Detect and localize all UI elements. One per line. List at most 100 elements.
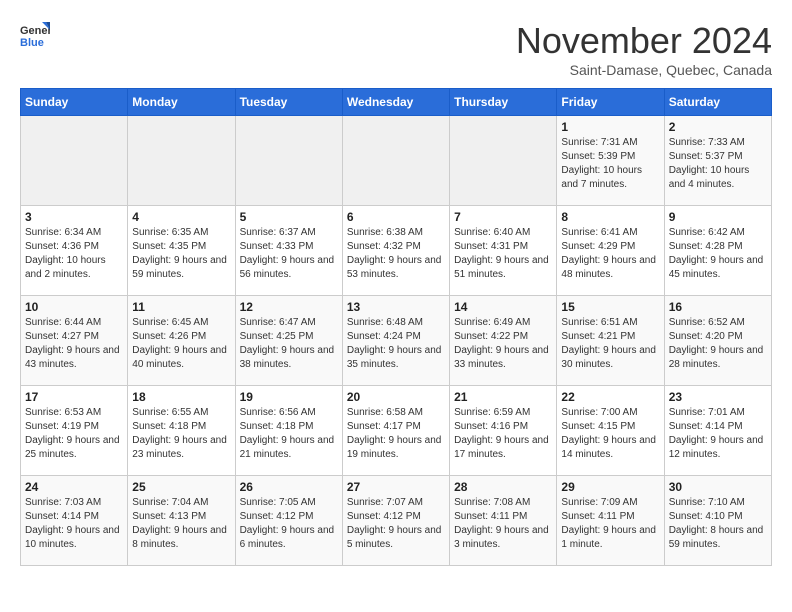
day-info: Sunrise: 7:31 AM Sunset: 5:39 PM Dayligh…: [561, 136, 659, 192]
day-number: 15: [561, 300, 659, 314]
day-info: Sunrise: 6:44 AM Sunset: 4:27 PM Dayligh…: [25, 316, 123, 372]
day-info: Sunrise: 7:01 AM Sunset: 4:14 PM Dayligh…: [669, 406, 767, 462]
day-info: Sunrise: 6:37 AM Sunset: 4:33 PM Dayligh…: [240, 226, 338, 282]
calendar-cell: 5 Sunrise: 6:37 AM Sunset: 4:33 PM Daylig…: [235, 206, 342, 296]
calendar-week-1: 1 Sunrise: 7:31 AM Sunset: 5:39 PM Daylig…: [21, 116, 772, 206]
day-number: 22: [561, 390, 659, 404]
calendar-table: SundayMondayTuesdayWednesdayThursdayFrid…: [20, 88, 772, 566]
day-number: 3: [25, 210, 123, 224]
calendar-cell: 21Sunrise: 6:59 AM Sunset: 4:16 PM Dayli…: [450, 386, 557, 476]
calendar-cell: 20Sunrise: 6:58 AM Sunset: 4:17 PM Dayli…: [342, 386, 449, 476]
day-info: Sunrise: 6:59 AM Sunset: 4:16 PM Dayligh…: [454, 406, 552, 462]
day-number: 29: [561, 480, 659, 494]
day-number: 5: [240, 210, 338, 224]
day-info: Sunrise: 6:53 AM Sunset: 4:19 PM Dayligh…: [25, 406, 123, 462]
day-number: 12: [240, 300, 338, 314]
weekday-header-monday: Monday: [128, 89, 235, 116]
weekday-header-thursday: Thursday: [450, 89, 557, 116]
location-subtitle: Saint-Damase, Quebec, Canada: [516, 62, 772, 78]
day-info: Sunrise: 6:47 AM Sunset: 4:25 PM Dayligh…: [240, 316, 338, 372]
calendar-body: 1 Sunrise: 7:31 AM Sunset: 5:39 PM Daylig…: [21, 116, 772, 566]
calendar-cell: 4 Sunrise: 6:35 AM Sunset: 4:35 PM Daylig…: [128, 206, 235, 296]
calendar-cell: 12 Sunrise: 6:47 AM Sunset: 4:25 PM Dayli…: [235, 296, 342, 386]
day-number: 1: [561, 120, 659, 134]
weekday-header-friday: Friday: [557, 89, 664, 116]
calendar-cell: 23 Sunrise: 7:01 AM Sunset: 4:14 PM Dayli…: [664, 386, 771, 476]
title-block: November 2024 Saint-Damase, Quebec, Cana…: [516, 20, 772, 78]
day-info: Sunrise: 7:07 AM Sunset: 4:12 PM Dayligh…: [347, 496, 445, 552]
calendar-cell: 3Sunrise: 6:34 AM Sunset: 4:36 PM Daylig…: [21, 206, 128, 296]
day-number: 27: [347, 480, 445, 494]
day-number: 13: [347, 300, 445, 314]
month-title: November 2024: [516, 20, 772, 62]
calendar-cell: 25Sunrise: 7:04 AM Sunset: 4:13 PM Dayli…: [128, 476, 235, 566]
weekday-header-sunday: Sunday: [21, 89, 128, 116]
svg-text:General: General: [20, 25, 50, 37]
day-info: Sunrise: 7:09 AM Sunset: 4:11 PM Dayligh…: [561, 496, 659, 552]
day-info: Sunrise: 6:45 AM Sunset: 4:26 PM Dayligh…: [132, 316, 230, 372]
day-number: 24: [25, 480, 123, 494]
day-info: Sunrise: 6:42 AM Sunset: 4:28 PM Dayligh…: [669, 226, 767, 282]
calendar-cell: 22 Sunrise: 7:00 AM Sunset: 4:15 PM Dayli…: [557, 386, 664, 476]
day-number: 7: [454, 210, 552, 224]
day-info: Sunrise: 7:04 AM Sunset: 4:13 PM Dayligh…: [132, 496, 230, 552]
calendar-cell: 14 Sunrise: 6:49 AM Sunset: 4:22 PM Dayli…: [450, 296, 557, 386]
calendar-cell: 17 Sunrise: 6:53 AM Sunset: 4:19 PM Dayli…: [21, 386, 128, 476]
day-number: 19: [240, 390, 338, 404]
logo: General Blue: [20, 20, 50, 50]
weekday-header-saturday: Saturday: [664, 89, 771, 116]
calendar-cell: [128, 116, 235, 206]
calendar-cell: 1 Sunrise: 7:31 AM Sunset: 5:39 PM Daylig…: [557, 116, 664, 206]
calendar-week-2: 3Sunrise: 6:34 AM Sunset: 4:36 PM Daylig…: [21, 206, 772, 296]
calendar-cell: 19 Sunrise: 6:56 AM Sunset: 4:18 PM Dayli…: [235, 386, 342, 476]
calendar-week-5: 24Sunrise: 7:03 AM Sunset: 4:14 PM Dayli…: [21, 476, 772, 566]
day-number: 18: [132, 390, 230, 404]
calendar-cell: 29 Sunrise: 7:09 AM Sunset: 4:11 PM Dayli…: [557, 476, 664, 566]
day-info: Sunrise: 6:58 AM Sunset: 4:17 PM Dayligh…: [347, 406, 445, 462]
day-info: Sunrise: 6:41 AM Sunset: 4:29 PM Dayligh…: [561, 226, 659, 282]
day-info: Sunrise: 7:00 AM Sunset: 4:15 PM Dayligh…: [561, 406, 659, 462]
calendar-cell: [21, 116, 128, 206]
day-info: Sunrise: 7:08 AM Sunset: 4:11 PM Dayligh…: [454, 496, 552, 552]
calendar-cell: 11 Sunrise: 6:45 AM Sunset: 4:26 PM Dayli…: [128, 296, 235, 386]
day-info: Sunrise: 6:49 AM Sunset: 4:22 PM Dayligh…: [454, 316, 552, 372]
day-info: Sunrise: 6:40 AM Sunset: 4:31 PM Dayligh…: [454, 226, 552, 282]
calendar-cell: 6Sunrise: 6:38 AM Sunset: 4:32 PM Daylig…: [342, 206, 449, 296]
calendar-cell: 30 Sunrise: 7:10 AM Sunset: 4:10 PM Dayli…: [664, 476, 771, 566]
calendar-cell: [450, 116, 557, 206]
day-number: 10: [25, 300, 123, 314]
calendar-cell: [342, 116, 449, 206]
day-info: Sunrise: 6:55 AM Sunset: 4:18 PM Dayligh…: [132, 406, 230, 462]
day-number: 26: [240, 480, 338, 494]
calendar-cell: 13Sunrise: 6:48 AM Sunset: 4:24 PM Dayli…: [342, 296, 449, 386]
day-info: Sunrise: 6:56 AM Sunset: 4:18 PM Dayligh…: [240, 406, 338, 462]
day-info: Sunrise: 6:51 AM Sunset: 4:21 PM Dayligh…: [561, 316, 659, 372]
weekday-header-row: SundayMondayTuesdayWednesdayThursdayFrid…: [21, 89, 772, 116]
day-number: 2: [669, 120, 767, 134]
day-info: Sunrise: 7:33 AM Sunset: 5:37 PM Dayligh…: [669, 136, 767, 192]
calendar-cell: 27 Sunrise: 7:07 AM Sunset: 4:12 PM Dayli…: [342, 476, 449, 566]
day-number: 4: [132, 210, 230, 224]
day-info: Sunrise: 6:52 AM Sunset: 4:20 PM Dayligh…: [669, 316, 767, 372]
calendar-cell: 10 Sunrise: 6:44 AM Sunset: 4:27 PM Dayli…: [21, 296, 128, 386]
day-info: Sunrise: 7:10 AM Sunset: 4:10 PM Dayligh…: [669, 496, 767, 552]
day-number: 23: [669, 390, 767, 404]
calendar-week-4: 17 Sunrise: 6:53 AM Sunset: 4:19 PM Dayli…: [21, 386, 772, 476]
calendar-cell: 2 Sunrise: 7:33 AM Sunset: 5:37 PM Daylig…: [664, 116, 771, 206]
day-number: 17: [25, 390, 123, 404]
day-info: Sunrise: 7:05 AM Sunset: 4:12 PM Dayligh…: [240, 496, 338, 552]
day-number: 9: [669, 210, 767, 224]
weekday-header-tuesday: Tuesday: [235, 89, 342, 116]
page-header: General Blue November 2024 Saint-Damase,…: [20, 20, 772, 78]
calendar-cell: [235, 116, 342, 206]
calendar-week-3: 10 Sunrise: 6:44 AM Sunset: 4:27 PM Dayli…: [21, 296, 772, 386]
calendar-cell: 18 Sunrise: 6:55 AM Sunset: 4:18 PM Dayli…: [128, 386, 235, 476]
calendar-cell: 28Sunrise: 7:08 AM Sunset: 4:11 PM Dayli…: [450, 476, 557, 566]
day-info: Sunrise: 6:35 AM Sunset: 4:35 PM Dayligh…: [132, 226, 230, 282]
day-number: 14: [454, 300, 552, 314]
day-number: 11: [132, 300, 230, 314]
calendar-cell: 7 Sunrise: 6:40 AM Sunset: 4:31 PM Daylig…: [450, 206, 557, 296]
day-number: 8: [561, 210, 659, 224]
calendar-cell: 26 Sunrise: 7:05 AM Sunset: 4:12 PM Dayli…: [235, 476, 342, 566]
day-number: 30: [669, 480, 767, 494]
